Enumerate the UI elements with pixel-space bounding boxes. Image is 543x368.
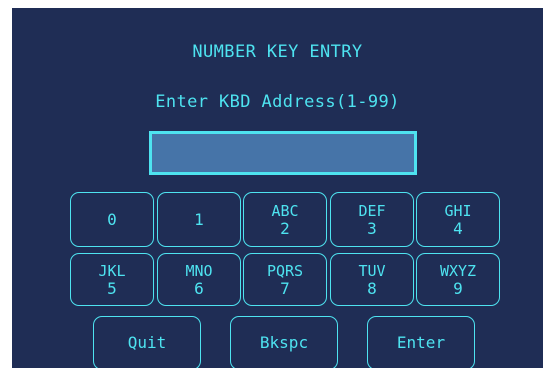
key-1[interactable]: 1 (157, 192, 241, 247)
key-2[interactable]: ABC 2 (243, 192, 327, 247)
key-5[interactable]: JKL 5 (70, 253, 154, 306)
enter-label: Enter (396, 333, 446, 352)
dialog-panel: NUMBER KEY ENTRY Enter KBD Address(1-99)… (12, 8, 543, 368)
key-9-digit: 9 (453, 278, 463, 298)
key-8-letters: TUV (358, 261, 386, 280)
key-4[interactable]: GHI 4 (416, 192, 500, 247)
key-8[interactable]: TUV 8 (330, 253, 414, 306)
key-6[interactable]: MNO 6 (157, 253, 241, 306)
key-4-digit: 4 (453, 218, 463, 238)
key-6-digit: 6 (194, 278, 204, 298)
key-9-letters: WXYZ (439, 261, 477, 280)
key-2-digit: 2 (280, 218, 290, 238)
dialog-title: NUMBER KEY ENTRY (192, 42, 363, 62)
key-5-digit: 5 (107, 278, 117, 298)
key-3-letters: DEF (358, 201, 386, 220)
key-7-digit: 7 (280, 278, 290, 298)
key-6-letters: MNO (185, 261, 213, 280)
key-5-letters: JKL (98, 261, 126, 280)
key-0-digit: 0 (107, 209, 117, 229)
keypad-dialog: NUMBER KEY ENTRY Enter KBD Address(1-99)… (0, 0, 543, 368)
key-2-letters: ABC (271, 201, 299, 220)
backspace-button[interactable]: Bkspc (230, 316, 338, 368)
key-9[interactable]: WXYZ 9 (416, 253, 500, 306)
key-7-letters: PQRS (266, 261, 304, 280)
key-3[interactable]: DEF 3 (330, 192, 414, 247)
key-3-digit: 3 (367, 218, 377, 238)
enter-button[interactable]: Enter (367, 316, 475, 368)
address-entry-field[interactable] (149, 131, 417, 175)
key-1-digit: 1 (194, 209, 204, 229)
backspace-label: Bkspc (259, 333, 309, 352)
key-0[interactable]: 0 (70, 192, 154, 247)
quit-button[interactable]: Quit (93, 316, 201, 368)
key-7[interactable]: PQRS 7 (243, 253, 327, 306)
key-8-digit: 8 (367, 278, 377, 298)
quit-label: Quit (127, 333, 167, 352)
key-4-letters: GHI (444, 201, 472, 220)
entry-prompt: Enter KBD Address(1-99) (155, 92, 400, 112)
